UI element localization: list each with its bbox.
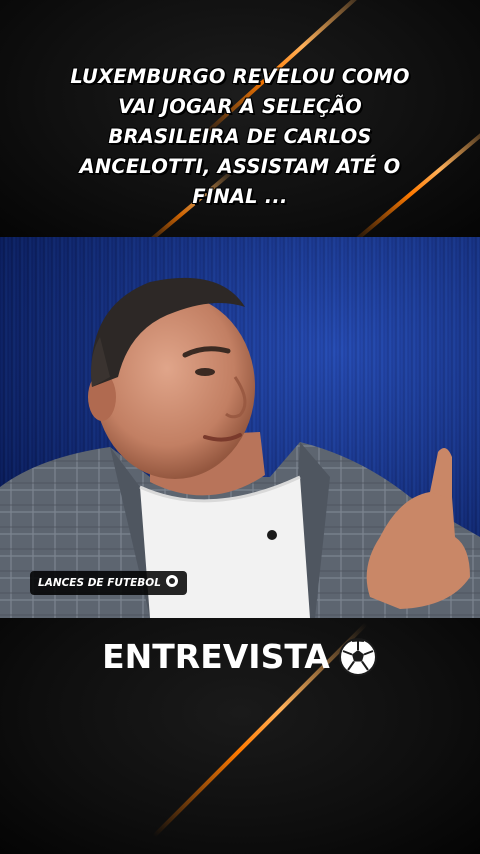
headline-line: LUXEMBURGO REVELOU COMO: [70, 65, 410, 88]
interviewee-figure: [0, 277, 480, 618]
caption-text: ENTREVISTA: [0, 632, 480, 682]
watermark-label: LANCES DE FUTEBOL: [38, 577, 161, 589]
soccer-ball-icon: [164, 574, 179, 588]
caption-label: ENTREVISTA: [102, 637, 330, 676]
headline-line: FINAL ...: [192, 185, 288, 208]
headline-line: BRASILEIRA DE CARLOS: [108, 125, 372, 148]
headline-line: VAI JOGAR A SELEÇÃO: [118, 95, 362, 118]
soccer-ball-icon: [338, 638, 377, 676]
headline-text: LUXEMBURGO REVELOU COMO VAI JOGAR A SELE…: [60, 62, 420, 212]
channel-watermark: LANCES DE FUTEBOL: [30, 571, 187, 595]
headline-line: ANCELOTTI, ASSISTAM ATÉ O: [79, 155, 401, 178]
video-frame[interactable]: [0, 237, 480, 618]
